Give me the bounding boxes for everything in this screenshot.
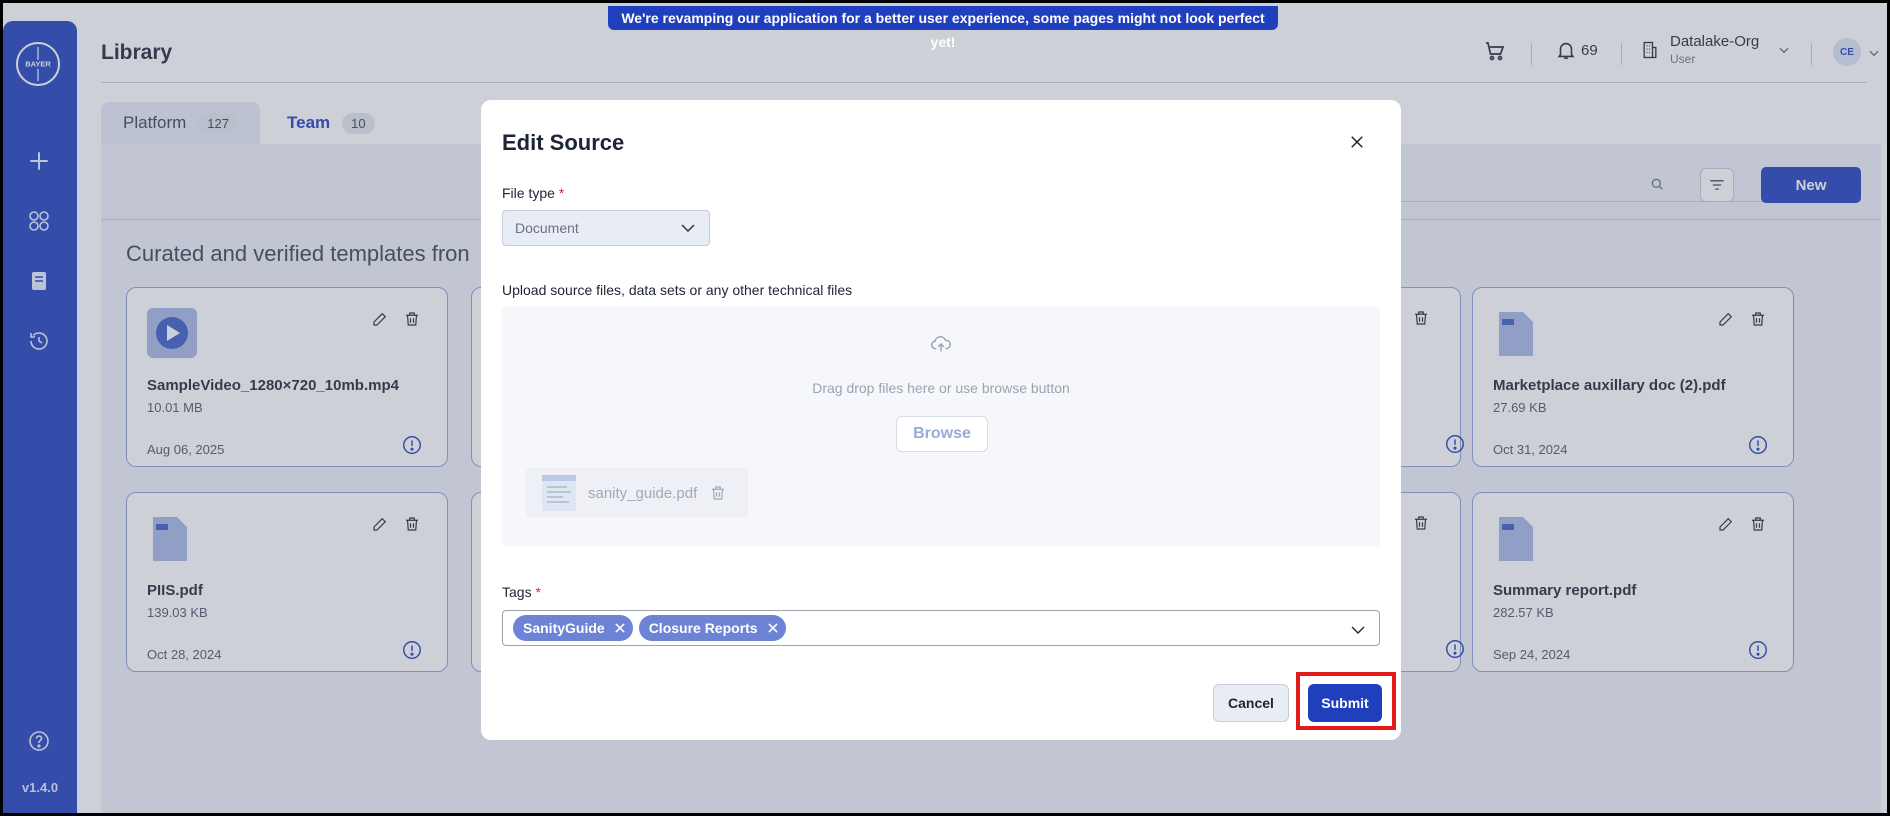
uploaded-file-item: sanity_guide.pdf [526,468,748,518]
announcement-banner: We're revamping our application for a be… [608,6,1278,50]
edit-source-dialog: Edit Source File type * Document Upload … [481,100,1401,740]
tags-label: Tags * [502,584,541,600]
uploaded-file-name: sanity_guide.pdf [588,484,698,502]
tag-label: SanityGuide [523,620,605,636]
remove-tag-icon[interactable] [613,621,627,635]
close-button[interactable] [1343,128,1371,156]
file-type-value: Document [515,220,579,236]
close-icon [1351,136,1363,148]
chevron-down-icon[interactable] [1349,621,1367,644]
tag-chip: SanityGuide [513,615,633,641]
tag-chip: Closure Reports [638,615,786,641]
cloud-upload-icon [930,333,952,360]
file-thumbnail-icon [542,475,576,511]
trash-icon[interactable] [709,484,727,502]
remove-tag-icon[interactable] [766,621,780,635]
tag-label: Closure Reports [648,620,758,636]
browse-button[interactable]: Browse [896,416,988,452]
dropzone-text: Drag drop files here or use browse butto… [812,380,1070,396]
cancel-button[interactable]: Cancel [1213,684,1289,722]
app-frame: BAYER v1.4.0 Library 69 Datalake-Org Use… [3,3,1887,813]
file-dropzone[interactable]: Drag drop files here or use browse butto… [502,306,1380,546]
submit-button[interactable]: Submit [1308,684,1382,722]
chevron-down-icon [681,224,695,232]
tags-select[interactable]: SanityGuide Closure Reports [502,610,1380,646]
file-type-select[interactable]: Document [502,210,710,246]
upload-label: Upload source files, data sets or any ot… [502,282,853,298]
file-type-label: File type * [502,185,565,201]
dialog-title: Edit Source [502,130,625,155]
